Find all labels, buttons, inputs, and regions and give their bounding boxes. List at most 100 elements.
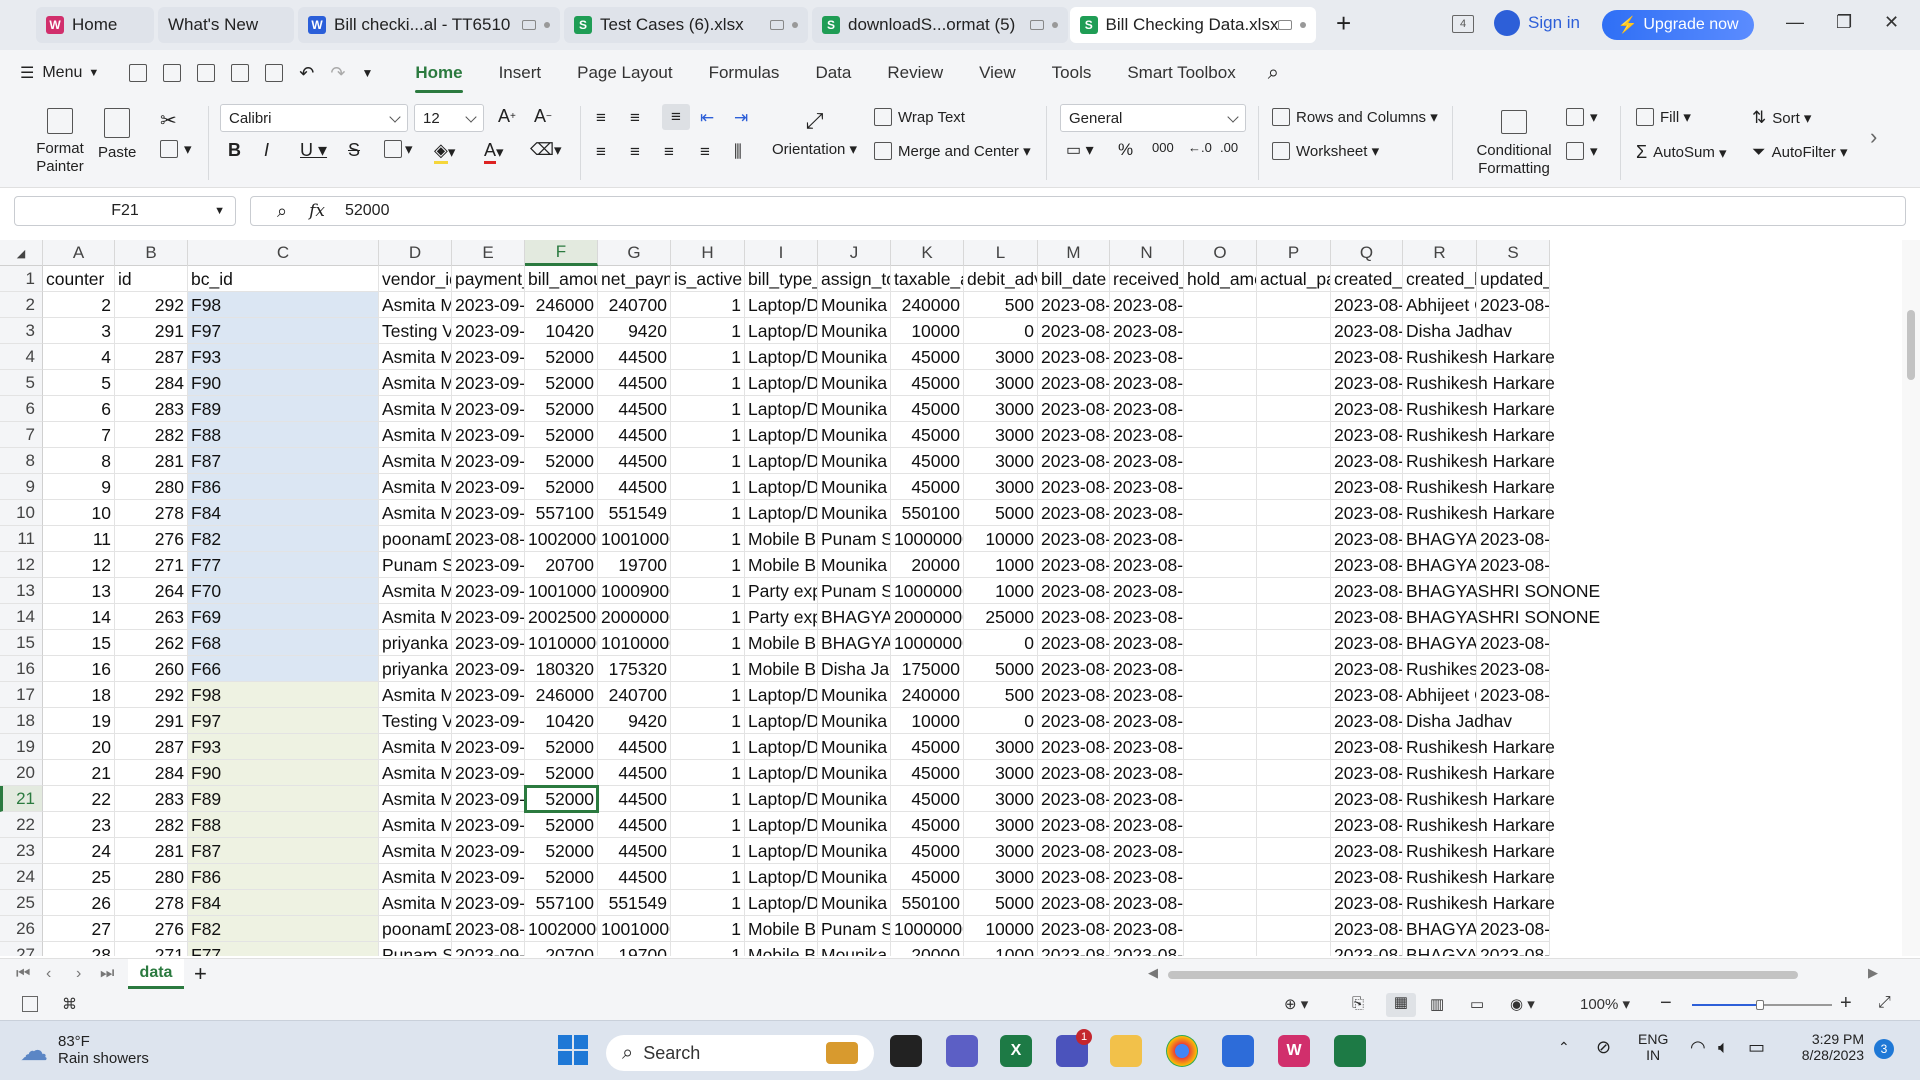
cell-O7[interactable] (1184, 422, 1257, 448)
cell-C13[interactable]: F70 (188, 578, 379, 604)
cell-P16[interactable] (1257, 656, 1331, 682)
cell-G14[interactable]: 20000000 (598, 604, 671, 630)
cell-L13[interactable]: 1000 (964, 578, 1038, 604)
search-icon[interactable]: ⌕ (1268, 62, 1279, 85)
cell-G20[interactable]: 44500 (598, 760, 671, 786)
cell-K20[interactable]: 45000 (891, 760, 964, 786)
cell-D21[interactable]: Asmita Ma (379, 786, 452, 812)
sort-button[interactable]: ⇅ Sort ▾ (1752, 108, 1811, 128)
cell-C2[interactable]: F98 (188, 292, 379, 318)
cell-G12[interactable]: 19700 (598, 552, 671, 578)
cell-P22[interactable] (1257, 812, 1331, 838)
column-header[interactable]: I (745, 240, 818, 266)
cell-F23[interactable]: 52000 (525, 838, 598, 864)
cell-C11[interactable]: F82 (188, 526, 379, 552)
cell-L7[interactable]: 3000 (964, 422, 1038, 448)
cell-J27[interactable]: Mounika A (818, 942, 891, 956)
cell-D22[interactable]: Asmita Ma (379, 812, 452, 838)
row-header[interactable]: 16 (0, 656, 43, 682)
column-header[interactable]: Q (1331, 240, 1403, 266)
clock[interactable]: 3:29 PM 8/28/2023 (1788, 1031, 1864, 1063)
cell-I8[interactable]: Laptop/De (745, 448, 818, 474)
cell-M27[interactable]: 2023-08-04 (1038, 942, 1110, 956)
orientation-button[interactable]: ⤢ Orientation ▾ (772, 108, 857, 158)
cell-B4[interactable]: 287 (115, 344, 188, 370)
cell-J5[interactable]: Mounika A (818, 370, 891, 396)
cell-M21[interactable]: 2023-08-20 (1038, 786, 1110, 812)
cell-D1[interactable]: vendor_id (379, 266, 452, 292)
horizontal-scroll-thumb[interactable] (1168, 971, 1798, 979)
close-icon[interactable]: ✕ (1884, 12, 1899, 33)
cell-S16[interactable]: 2023-08-02 (1477, 656, 1550, 682)
cell-E27[interactable]: 2023-09-30 (452, 942, 525, 956)
decrease-indent-icon[interactable]: ⇤ (700, 108, 714, 128)
cell-J22[interactable]: Mounika A (818, 812, 891, 838)
cell-F9[interactable]: 52000 (525, 474, 598, 500)
cell-I2[interactable]: Laptop/De (745, 292, 818, 318)
column-header[interactable]: G (598, 240, 671, 266)
cell-G10[interactable]: 551549 (598, 500, 671, 526)
print-preview-icon[interactable] (265, 64, 284, 82)
cell-K22[interactable]: 45000 (891, 812, 964, 838)
cell-D2[interactable]: Asmita Ma (379, 292, 452, 318)
file-explorer-icon[interactable] (1110, 1035, 1142, 1067)
column-header[interactable]: M (1038, 240, 1110, 266)
cell-Q19[interactable]: 2023-08-23 (1331, 734, 1403, 760)
ribbon-scroll-right-icon[interactable]: › (1870, 124, 1877, 150)
cell-O2[interactable] (1184, 292, 1257, 318)
fx-icon[interactable]: fx (309, 201, 325, 221)
cell-P9[interactable] (1257, 474, 1331, 500)
cell-A5[interactable]: 5 (43, 370, 115, 396)
share-link-icon[interactable] (197, 64, 216, 82)
cell-A17[interactable]: 18 (43, 682, 115, 708)
cell-A12[interactable]: 12 (43, 552, 115, 578)
cell-A19[interactable]: 20 (43, 734, 115, 760)
cell-H5[interactable]: 1 (671, 370, 745, 396)
row-header[interactable]: 22 (0, 812, 43, 838)
cell-O9[interactable] (1184, 474, 1257, 500)
zoom-formula-icon[interactable]: ⌕ (277, 201, 287, 222)
cell-E2[interactable]: 2023-09-30 (452, 292, 525, 318)
cell-Q25[interactable]: 2023-08-14 (1331, 890, 1403, 916)
cell-M18[interactable]: 2023-08-24 (1038, 708, 1110, 734)
cell-G7[interactable]: 44500 (598, 422, 671, 448)
cell-M14[interactable]: 2023-08-02 (1038, 604, 1110, 630)
cell-O4[interactable] (1184, 344, 1257, 370)
row-header[interactable]: 1 (0, 266, 43, 292)
vertical-scrollbar[interactable] (1902, 240, 1920, 956)
cell-E21[interactable]: 2023-09-30 (452, 786, 525, 812)
cell-Q8[interactable]: 2023-08-22 (1331, 448, 1403, 474)
cell-K24[interactable]: 45000 (891, 864, 964, 890)
column-header[interactable]: A (43, 240, 115, 266)
add-sheet-icon[interactable]: + (194, 961, 207, 987)
cell-Q10[interactable]: 2023-08-14 (1331, 500, 1403, 526)
row-header[interactable]: 5 (0, 370, 43, 396)
cell-I14[interactable]: Party expe (745, 604, 818, 630)
cell-N24[interactable]: 2023-08-22 (1110, 864, 1184, 890)
browser-tab[interactable]: SdownloadS...ormat (5) (812, 7, 1068, 43)
cell-R7[interactable]: Rushikesh Harkare (1403, 422, 1555, 448)
cell-L8[interactable]: 3000 (964, 448, 1038, 474)
cell-Q6[interactable]: 2023-08-23 (1331, 396, 1403, 422)
cell-L10[interactable]: 5000 (964, 500, 1038, 526)
teams-chat-icon[interactable] (946, 1035, 978, 1067)
cell-P14[interactable] (1257, 604, 1331, 630)
cell-F12[interactable]: 20700 (525, 552, 598, 578)
cell-E17[interactable]: 2023-09-30 (452, 682, 525, 708)
windows-start-icon[interactable] (558, 1035, 588, 1065)
row-header[interactable]: 6 (0, 396, 43, 422)
row-header[interactable]: 14 (0, 604, 43, 630)
row-header[interactable]: 2 (0, 292, 43, 318)
cell-H2[interactable]: 1 (671, 292, 745, 318)
cell-O8[interactable] (1184, 448, 1257, 474)
cell-B9[interactable]: 280 (115, 474, 188, 500)
cell-N13[interactable]: 2023-08-02 (1110, 578, 1184, 604)
cell-P27[interactable] (1257, 942, 1331, 956)
cell-N25[interactable]: 2023-08-14 (1110, 890, 1184, 916)
cell-K4[interactable]: 45000 (891, 344, 964, 370)
align-top-icon[interactable]: ≡ (596, 108, 606, 128)
cell-A15[interactable]: 15 (43, 630, 115, 656)
cell-C22[interactable]: F88 (188, 812, 379, 838)
row-header[interactable]: 21 (0, 786, 43, 812)
cell-R27[interactable]: BHAGYASH (1403, 942, 1477, 956)
